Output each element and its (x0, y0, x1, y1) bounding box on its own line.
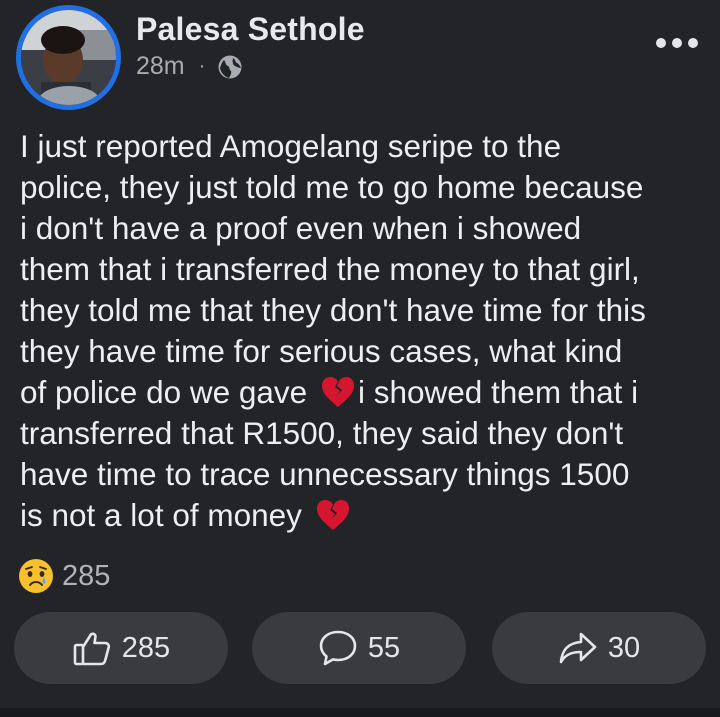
globe-icon (217, 54, 243, 80)
comment-icon (319, 630, 357, 666)
post-text-line: is not a lot of money (20, 497, 311, 533)
comment-button[interactable]: 55 (252, 612, 466, 684)
post-text: I just reported Amogelang seripe to the … (20, 126, 710, 536)
author-name[interactable]: Palesa Sethole (136, 11, 365, 48)
share-icon (559, 632, 597, 664)
share-count: 30 (607, 631, 641, 664)
post-text-line: they have time for serious cases, what k… (20, 333, 623, 369)
post-card: Palesa Sethole 28m · I just reported Amo… (0, 0, 720, 717)
broken-heart-icon (315, 498, 351, 532)
meta-separator: · (198, 55, 206, 77)
like-button[interactable]: 285 (14, 612, 228, 684)
avatar[interactable] (16, 5, 121, 110)
like-count: 285 (121, 631, 171, 664)
bottom-divider (0, 708, 720, 717)
comment-count: 55 (367, 631, 401, 664)
post-time[interactable]: 28m (136, 52, 185, 81)
reaction-count: 285 (62, 559, 111, 592)
sad-face-icon (19, 559, 53, 593)
post-meta: 28m · (136, 52, 243, 81)
post-text-line: they told me that they don't have time f… (20, 292, 646, 328)
thumbs-up-icon (73, 632, 110, 666)
post-text-line: i don't have a proof even when i showed (20, 210, 582, 246)
post-text-line: I just reported Amogelang seripe to the (20, 128, 562, 164)
post-text-line: have time to trace unnecessary things 15… (20, 456, 630, 492)
post-text-line: them that i transferred the money to tha… (20, 251, 640, 287)
more-options-icon[interactable] (656, 36, 698, 50)
broken-heart-icon (320, 375, 356, 409)
post-text-line: transferred that R1500, they said they d… (20, 415, 624, 451)
action-bar: 285 55 30 (14, 612, 708, 684)
share-button[interactable]: 30 (492, 612, 706, 684)
more-dot (672, 38, 682, 48)
more-dot (688, 38, 698, 48)
post-text-line: police, they just told me to go home bec… (20, 169, 644, 205)
post-text-line: of police do we gave (20, 374, 316, 410)
more-dot (656, 38, 666, 48)
avatar-photo (21, 10, 116, 105)
post-text-line: i showed them that i (357, 374, 639, 410)
reaction-summary[interactable]: 285 (18, 558, 110, 594)
